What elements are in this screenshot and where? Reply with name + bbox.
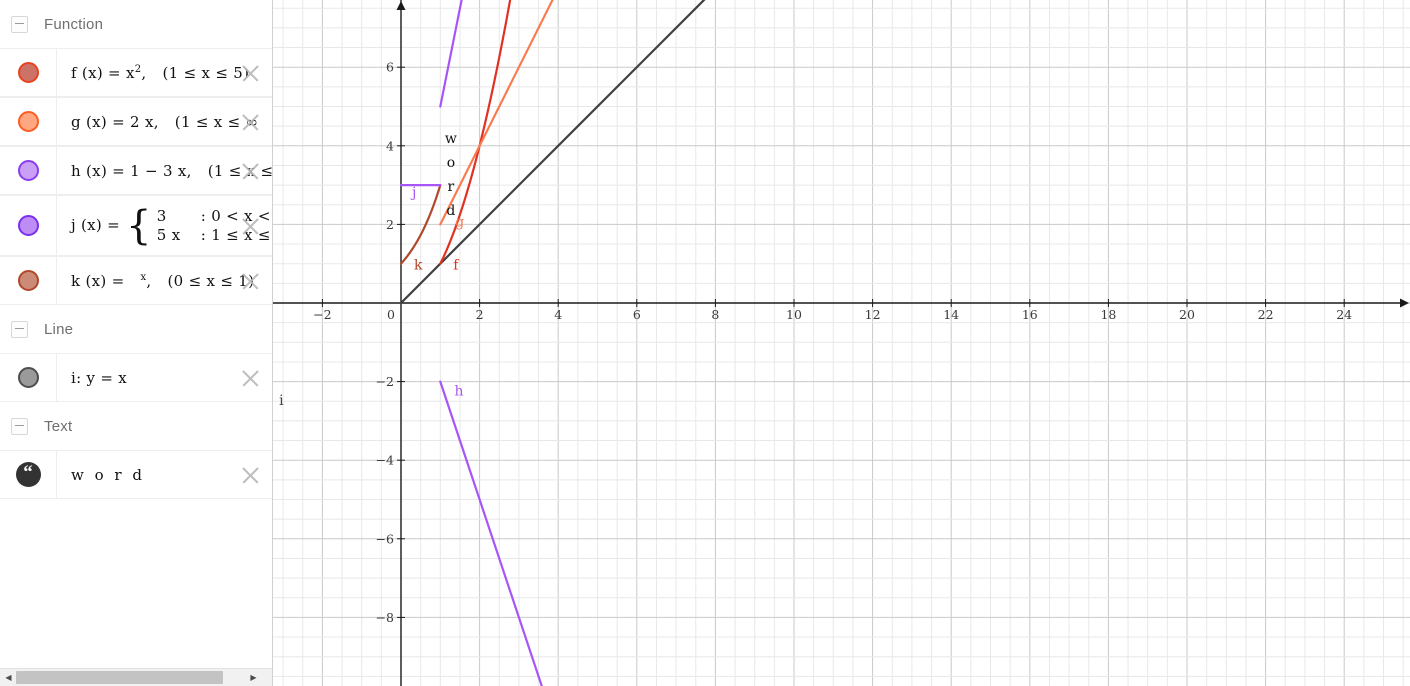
plot-curve[interactable] bbox=[439, 0, 739, 226]
delete-icon-f[interactable] bbox=[240, 62, 261, 83]
piecewise-brace: { bbox=[126, 202, 152, 249]
x-axis-tick-10: 10 bbox=[786, 307, 802, 322]
x-axis-tick-2: 2 bbox=[476, 307, 484, 322]
x-axis-tick-6: 6 bbox=[633, 307, 641, 322]
color-dot-g[interactable] bbox=[17, 111, 39, 132]
canvas-text-letter[interactable]: w bbox=[445, 131, 457, 147]
marker-cell-i[interactable] bbox=[0, 354, 57, 401]
quote-icon[interactable]: “ bbox=[15, 462, 41, 487]
scroll-left-arrow-icon[interactable]: ◀ bbox=[1, 669, 16, 686]
color-dot-i[interactable] bbox=[17, 367, 39, 388]
group-title-function: Function bbox=[44, 15, 104, 33]
x-axis-tick-18: 18 bbox=[1100, 307, 1116, 322]
curve-label-i[interactable]: i bbox=[279, 393, 284, 409]
x-axis-tick-24: 24 bbox=[1336, 307, 1352, 322]
delete-icon-i[interactable] bbox=[240, 367, 261, 388]
scrollbar-thumb[interactable] bbox=[16, 671, 223, 684]
marker-cell-j[interactable] bbox=[0, 196, 57, 255]
x-axis-tick--2: −2 bbox=[313, 307, 331, 322]
curve-label-g[interactable]: g bbox=[455, 214, 464, 230]
group-header-line[interactable]: Line bbox=[0, 305, 272, 353]
algebra-row-text[interactable]: “ w o r d bbox=[0, 450, 272, 499]
expression-i: i: y = x bbox=[71, 368, 128, 387]
canvas-text-letter[interactable]: o bbox=[447, 155, 455, 171]
delete-icon-k[interactable] bbox=[240, 270, 261, 291]
color-dot-k[interactable] bbox=[17, 270, 39, 291]
graphics-view[interactable]: −2 0 2 4 6 8 10 12 14 16 18 20 22 24 6 4 2 −2 −4 −6 −8 j g k f h i… bbox=[273, 0, 1410, 686]
marker-cell-h[interactable] bbox=[0, 147, 57, 194]
x-axis-tick-12: 12 bbox=[865, 307, 881, 322]
y-axis-tick--2: −2 bbox=[376, 374, 394, 389]
y-axis-tick-2: 2 bbox=[386, 217, 394, 232]
axis-label-origin: 0 bbox=[387, 307, 395, 322]
color-dot-f[interactable] bbox=[17, 62, 39, 83]
curve-label-j[interactable]: j bbox=[410, 185, 416, 201]
algebra-row-f[interactable]: f (x) = x2, (1 ≤ x ≤ 5) bbox=[0, 48, 272, 97]
sidebar-horizontal-scrollbar[interactable]: ◀ ▶ bbox=[0, 668, 272, 686]
algebra-row-i[interactable]: i: y = x bbox=[0, 353, 272, 402]
x-axis-tick-8: 8 bbox=[711, 307, 719, 322]
graph-canvas[interactable]: −2 0 2 4 6 8 10 12 14 16 18 20 22 24642−2−4−6−8jgk fhi… bbox=[273, 0, 1410, 686]
geogebra-app: Function f (x) = x2, (1 ≤ x ≤ 5) g (x) = … bbox=[0, 0, 1410, 686]
collapse-minus-icon-text[interactable] bbox=[11, 417, 28, 435]
y-axis-tick--8: −8 bbox=[376, 610, 394, 625]
group-header-text[interactable]: Text bbox=[0, 402, 272, 450]
delete-icon-text[interactable] bbox=[240, 464, 261, 485]
x-axis-tick-16: 16 bbox=[1022, 307, 1038, 322]
y-axis-tick--6: −6 bbox=[376, 531, 394, 546]
curve-label-k[interactable]: k bbox=[414, 258, 423, 274]
color-dot-j[interactable] bbox=[17, 215, 39, 236]
algebra-row-h[interactable]: h (x) = 1 − 3 x, (1 ≤ x ≤ bbox=[0, 146, 272, 195]
marker-cell-text[interactable]: “ bbox=[0, 451, 57, 498]
curve-label-h[interactable]: h bbox=[454, 383, 463, 399]
marker-cell-k[interactable] bbox=[0, 257, 57, 304]
scroll-right-arrow-icon[interactable]: ▶ bbox=[246, 669, 261, 686]
group-title-line: Line bbox=[44, 320, 74, 338]
algebra-row-g[interactable]: g (x) = 2 x, (1 ≤ x ≤ ∞ bbox=[0, 97, 272, 146]
y-axis-tick--4: −4 bbox=[376, 453, 394, 468]
x-axis-tick-4: 4 bbox=[554, 307, 562, 322]
delete-icon-h[interactable] bbox=[240, 160, 261, 181]
x-axis-tick-14: 14 bbox=[943, 307, 959, 322]
collapse-minus-icon-line[interactable] bbox=[11, 320, 28, 338]
expression-g: g (x) = 2 x, (1 ≤ x ≤ ∞ bbox=[71, 112, 259, 131]
expression-f: f (x) = x2, (1 ≤ x ≤ 5) bbox=[71, 63, 250, 82]
marker-cell-f[interactable] bbox=[0, 49, 57, 96]
curve-label-f[interactable]: f bbox=[453, 258, 460, 274]
algebra-row-k[interactable]: k (x) = x, (0 ≤ x ≤ 1) bbox=[0, 256, 272, 305]
delete-icon-g[interactable] bbox=[240, 111, 261, 132]
delete-icon-j[interactable] bbox=[240, 215, 261, 236]
collapse-minus-icon[interactable] bbox=[11, 15, 28, 33]
canvas-text-letter[interactable]: d bbox=[446, 203, 455, 219]
expression-k: k (x) = x, (0 ≤ x ≤ 1) bbox=[71, 271, 255, 290]
group-header-function[interactable]: Function bbox=[0, 0, 272, 48]
y-axis-tick-6: 6 bbox=[386, 60, 394, 75]
canvas-text-letter[interactable]: r bbox=[448, 179, 455, 195]
group-title-text: Text bbox=[44, 417, 73, 435]
y-axis-tick-4: 4 bbox=[386, 138, 394, 153]
x-axis-tick-22: 22 bbox=[1258, 307, 1274, 322]
color-dot-h[interactable] bbox=[17, 160, 39, 181]
algebra-view-sidebar: Function f (x) = x2, (1 ≤ x ≤ 5) g (x) = … bbox=[0, 0, 273, 686]
marker-cell-g[interactable] bbox=[0, 98, 57, 145]
text-object-label: w o r d bbox=[71, 465, 145, 484]
x-axis-tick-20: 20 bbox=[1179, 307, 1195, 322]
algebra-row-j[interactable]: j (x) ={ 3: 0 < x < 1 5 x: 1 ≤ x ≤ 2 bbox=[0, 195, 272, 256]
